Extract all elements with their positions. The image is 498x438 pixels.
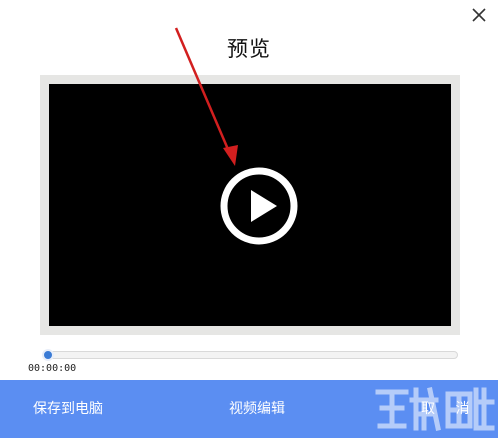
action-bar: 保存到电脑 视频编辑 取 消	[0, 380, 498, 438]
seek-bar[interactable]	[44, 351, 458, 359]
save-to-pc-button[interactable]: 保存到电脑	[33, 380, 103, 438]
video-frame	[40, 75, 460, 335]
preview-dialog: 预览 00:00:00 保存到电脑 视频编辑 取 消	[0, 0, 498, 438]
close-icon	[472, 8, 486, 22]
close-button[interactable]	[470, 6, 488, 24]
video-screen[interactable]	[49, 84, 451, 326]
play-button[interactable]	[219, 166, 299, 246]
dialog-title: 预览	[227, 37, 271, 61]
seek-thumb[interactable]	[42, 349, 54, 361]
play-icon	[220, 167, 298, 245]
cancel-button[interactable]: 取 消	[421, 380, 477, 438]
video-edit-button[interactable]: 视频编辑	[229, 380, 285, 438]
current-time: 00:00:00	[28, 363, 77, 374]
